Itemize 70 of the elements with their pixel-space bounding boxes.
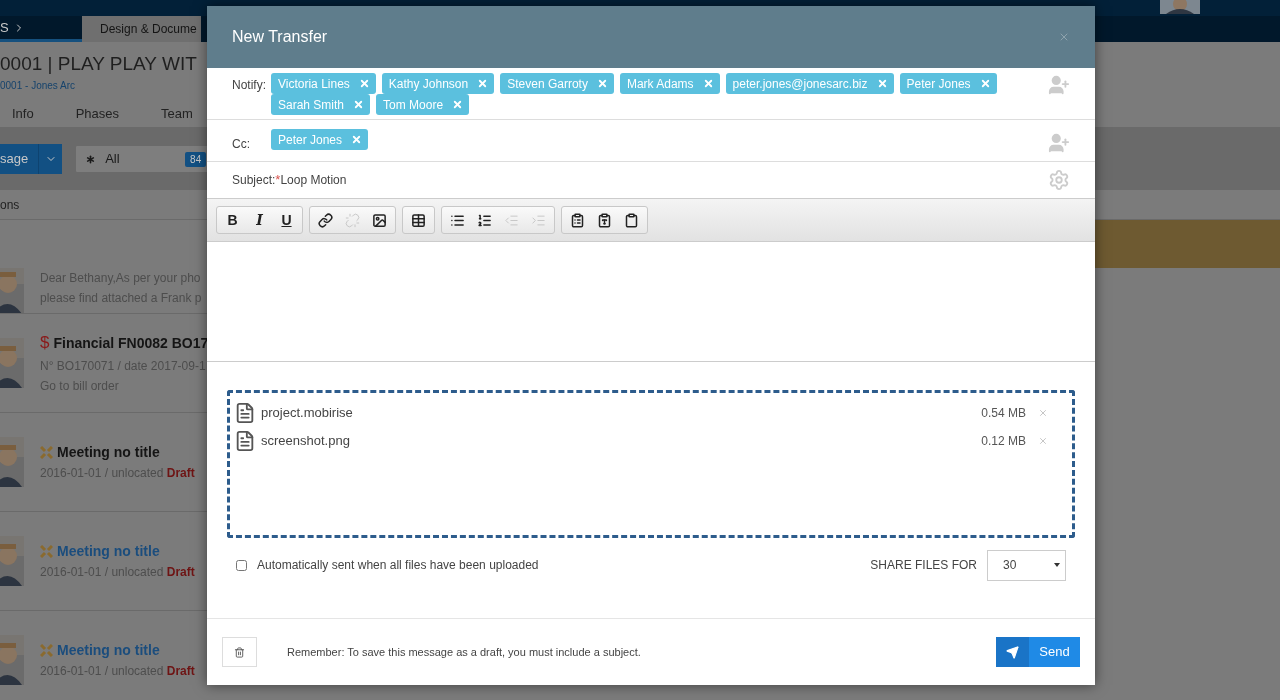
caret-icon xyxy=(1054,563,1060,567)
remove-icon[interactable] xyxy=(351,134,363,145)
recipient-tag[interactable]: Steven Garroty xyxy=(500,73,614,94)
item-title: Financial FN0082 BO17 xyxy=(53,333,209,353)
remove-icon[interactable] xyxy=(477,78,489,89)
required-mark: * xyxy=(275,171,281,190)
status-label: Draft xyxy=(166,663,195,678)
recipient-tag[interactable]: Victoria Lines xyxy=(271,73,376,94)
share-days-select[interactable]: 30 xyxy=(987,549,1066,581)
project-tab[interactable]: Phases xyxy=(75,103,120,124)
count-badge: 84 xyxy=(185,151,207,167)
delete-button[interactable] xyxy=(222,637,257,667)
status-label: Draft xyxy=(166,564,195,579)
remove-icon[interactable] xyxy=(1038,408,1048,418)
remove-icon[interactable] xyxy=(358,78,370,89)
project-tab[interactable]: Info xyxy=(12,103,34,124)
file-icon xyxy=(234,430,256,452)
remove-icon[interactable] xyxy=(979,78,991,89)
checkbox-label: Automatically sent when all files have been uploaded xyxy=(257,557,540,574)
column-header: ons xyxy=(0,196,20,214)
project-tab[interactable]: Team xyxy=(161,103,193,124)
underline-button[interactable]: U xyxy=(273,209,300,231)
close-icon[interactable] xyxy=(1058,31,1070,43)
item-title[interactable]: Meeting no title xyxy=(57,540,160,562)
item-title: Meeting no title xyxy=(57,442,160,462)
drop-zone[interactable]: project.mobirise 0.54 MB screenshot.png 0.12 MB xyxy=(227,390,1075,538)
trash-icon xyxy=(234,646,245,658)
remove-icon[interactable] xyxy=(353,99,365,110)
remove-icon[interactable] xyxy=(702,78,714,89)
draft-note: Remember: To save this message as a draft, you must include a subject. xyxy=(287,644,642,660)
recipient-tag[interactable]: Sarah Smith xyxy=(271,94,371,115)
remove-icon[interactable] xyxy=(452,99,464,110)
add-person-icon[interactable] xyxy=(1048,74,1070,96)
share-label: SHARE FILES FOR xyxy=(870,557,977,574)
field-label: Notify: xyxy=(232,77,267,94)
meeting-icon xyxy=(40,643,53,657)
settings-icon[interactable] xyxy=(1048,169,1070,191)
recipient-tag[interactable]: Tom Moore xyxy=(376,94,470,115)
paper-plane-icon xyxy=(1006,645,1019,659)
remove-icon[interactable] xyxy=(876,78,888,89)
recipient-tag[interactable]: Peter Jones xyxy=(899,73,997,94)
file-size: 0.54 MB xyxy=(981,405,1026,422)
nav-tab[interactable]: Design & Docume xyxy=(82,16,201,42)
remove-icon[interactable] xyxy=(1038,436,1048,446)
meeting-icon xyxy=(40,544,53,558)
dropdown-button[interactable] xyxy=(38,144,63,174)
status-label: Draft xyxy=(166,465,195,480)
auto-send-checkbox[interactable] xyxy=(236,559,247,571)
file-name: project.mobirise xyxy=(261,404,354,423)
recipient-tag[interactable]: Kathy Johnson xyxy=(381,73,495,94)
subject-field[interactable]: Loop Motion xyxy=(280,171,1048,189)
project-title: 0001 | PLAY PLAY WIT xyxy=(0,52,198,76)
italic-button[interactable]: I xyxy=(246,209,273,231)
remove-icon[interactable] xyxy=(596,78,608,89)
file-size: 0.12 MB xyxy=(981,433,1026,450)
recipient-tag[interactable]: peter.jones@jonesarc.biz xyxy=(725,73,894,94)
bold-button[interactable]: B xyxy=(219,209,246,231)
dialog-title: New Transfer xyxy=(232,27,328,47)
file-name: screenshot.png xyxy=(261,432,351,451)
file-icon xyxy=(234,402,256,424)
field-label: Subject: xyxy=(232,172,276,189)
recipient-tag[interactable]: Peter Jones xyxy=(271,129,369,150)
recipient-tag[interactable]: Mark Adams xyxy=(619,73,720,94)
item-title[interactable]: Meeting no title xyxy=(57,639,160,661)
send-button[interactable]: Send xyxy=(996,637,1080,667)
field-label: Cc: xyxy=(232,136,251,153)
add-person-icon[interactable] xyxy=(1048,132,1070,154)
meeting-icon xyxy=(40,445,53,459)
dollar-mark: $ xyxy=(40,332,50,355)
new-message-button[interactable]: sage xyxy=(0,144,39,174)
